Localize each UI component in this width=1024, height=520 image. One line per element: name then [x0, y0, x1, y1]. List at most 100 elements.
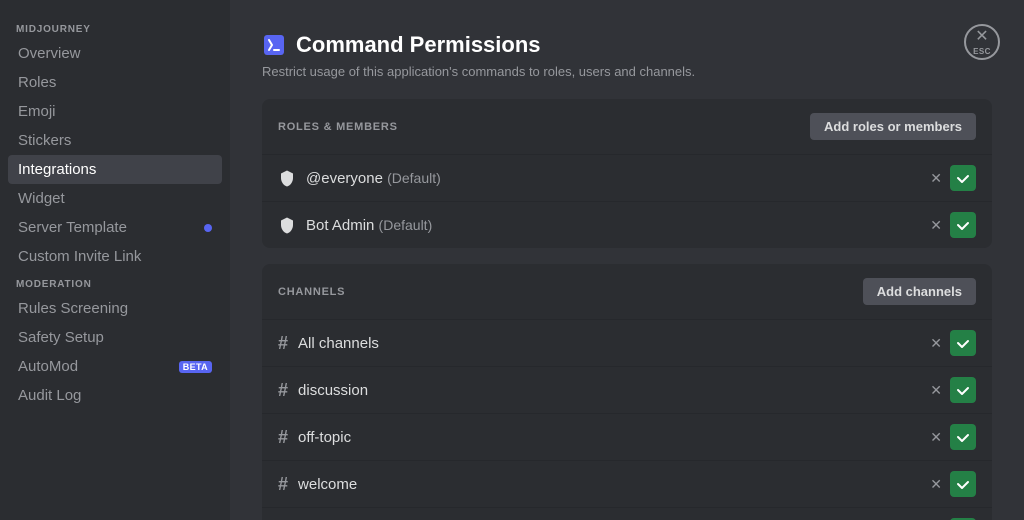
sidebar-item-overview[interactable]: Overview	[8, 39, 222, 68]
channel-row-left-welcome: # welcome	[278, 474, 357, 495]
channel-actions-discussion: ✕	[930, 377, 976, 403]
main-content: ✕ ESC Command Permissions Restrict usage…	[230, 0, 1024, 520]
sidebar-item-integrations[interactable]: Integrations	[8, 155, 222, 184]
check-icon	[956, 430, 970, 444]
sidebar-item-left-automod: AutoMod	[18, 358, 78, 375]
everyone-actions: ✕	[930, 165, 976, 191]
everyone-row-left: @everyone (Default)	[278, 169, 441, 187]
channels-label: CHANNELS	[278, 286, 345, 298]
sidebar-item-left-server-template: Server Template	[18, 219, 127, 236]
sidebar-item-left-overview: Overview	[18, 45, 81, 62]
sidebar-item-custom-invite-link[interactable]: Custom Invite Link	[8, 242, 222, 271]
sidebar-item-label-automod: AutoMod	[18, 358, 78, 375]
sidebar-item-audit-log[interactable]: Audit Log	[8, 381, 222, 410]
sidebar-section-moderation: MODERATION	[8, 271, 222, 294]
channel-label-welcome: welcome	[298, 476, 357, 493]
hash-icon-all-channels: #	[278, 333, 288, 354]
everyone-label: @everyone (Default)	[306, 170, 441, 187]
sidebar-item-stickers[interactable]: Stickers	[8, 126, 222, 155]
close-button[interactable]: ✕ ESC	[964, 24, 1000, 60]
bot-admin-remove-button[interactable]: ✕	[930, 217, 942, 234]
bot-admin-row: Bot Admin (Default) ✕	[262, 201, 992, 248]
everyone-check-button[interactable]	[950, 165, 976, 191]
notification-dot-server-template	[204, 224, 212, 232]
sidebar-item-left-rules-screening: Rules Screening	[18, 300, 128, 317]
channel-actions-off-topic: ✕	[930, 424, 976, 450]
sidebar-item-label-audit-log: Audit Log	[18, 387, 81, 404]
channel-label-all-channels: All channels	[298, 335, 379, 352]
channel-row-off-topic: # off-topic ✕	[262, 413, 992, 460]
shield-icon-bot-admin	[278, 216, 296, 234]
sidebar-item-left-safety-setup: Safety Setup	[18, 329, 104, 346]
sidebar-item-roles[interactable]: Roles	[8, 68, 222, 97]
channel-row-welcome: # welcome ✕	[262, 460, 992, 507]
sidebar-item-left-emoji: Emoji	[18, 103, 56, 120]
esc-label: ESC	[973, 47, 991, 56]
channel-row-discussion: # discussion ✕	[262, 366, 992, 413]
sidebar-item-left-roles: Roles	[18, 74, 56, 91]
channels-header: CHANNELS Add channels	[262, 264, 992, 319]
add-channels-button[interactable]: Add channels	[863, 278, 976, 305]
command-permissions-icon	[262, 33, 286, 57]
sidebar-item-label-integrations: Integrations	[18, 161, 96, 178]
sidebar-item-label-widget: Widget	[18, 190, 65, 207]
sidebar-item-label-custom-invite-link: Custom Invite Link	[18, 248, 141, 265]
page-title: Command Permissions	[296, 32, 541, 58]
sidebar-item-left-custom-invite-link: Custom Invite Link	[18, 248, 141, 265]
channel-check-button-off-topic[interactable]	[950, 424, 976, 450]
channels-list: # All channels ✕ # discussion ✕	[262, 319, 992, 520]
bot-admin-row-left: Bot Admin (Default)	[278, 216, 432, 234]
roles-members-card: ROLES & MEMBERS Add roles or members @ev…	[262, 99, 992, 248]
beta-badge-automod: BETA	[179, 361, 212, 373]
sidebar: MIDJOURNEY Overview Roles Emoji Stickers Inte…	[0, 0, 230, 520]
check-icon	[956, 171, 970, 185]
channel-check-button-welcome[interactable]	[950, 471, 976, 497]
sidebar-section-midjourney: MIDJOURNEY	[8, 16, 222, 39]
sidebar-item-automod[interactable]: AutoMod BETA	[8, 352, 222, 381]
bot-admin-label: Bot Admin (Default)	[306, 217, 432, 234]
sidebar-item-rules-screening[interactable]: Rules Screening	[8, 294, 222, 323]
everyone-row: @everyone (Default) ✕	[262, 154, 992, 201]
sidebar-item-label-server-template: Server Template	[18, 219, 127, 236]
check-icon	[956, 477, 970, 491]
hash-icon-discussion: #	[278, 380, 288, 401]
channel-label-off-topic: off-topic	[298, 429, 351, 446]
shield-icon-everyone	[278, 169, 296, 187]
channel-remove-button-off-topic[interactable]: ✕	[930, 429, 942, 446]
everyone-remove-button[interactable]: ✕	[930, 170, 942, 187]
sidebar-item-server-template[interactable]: Server Template	[8, 213, 222, 242]
close-icon: ✕	[975, 29, 988, 45]
channel-label-discussion: discussion	[298, 382, 368, 399]
add-roles-button[interactable]: Add roles or members	[810, 113, 976, 140]
channel-actions-welcome: ✕	[930, 471, 976, 497]
channel-row-all-channels: # All channels ✕	[262, 319, 992, 366]
sidebar-item-safety-setup[interactable]: Safety Setup	[8, 323, 222, 352]
roles-members-label: ROLES & MEMBERS	[278, 121, 398, 133]
channel-row-left-all-channels: # All channels	[278, 333, 379, 354]
check-icon	[956, 218, 970, 232]
channels-card: CHANNELS Add channels # All channels ✕ #…	[262, 264, 992, 520]
channel-remove-button-welcome[interactable]: ✕	[930, 476, 942, 493]
bot-admin-check-button[interactable]	[950, 212, 976, 238]
sidebar-item-label-safety-setup: Safety Setup	[18, 329, 104, 346]
sidebar-item-left-integrations: Integrations	[18, 161, 96, 178]
channel-remove-button-all-channels[interactable]: ✕	[930, 335, 942, 352]
page-header: Command Permissions	[262, 32, 992, 58]
channel-row-left-off-topic: # off-topic	[278, 427, 351, 448]
sidebar-item-label-emoji: Emoji	[18, 103, 56, 120]
bot-admin-actions: ✕	[930, 212, 976, 238]
check-icon	[956, 383, 970, 397]
page-description: Restrict usage of this application's com…	[262, 64, 992, 79]
sidebar-item-left-widget: Widget	[18, 190, 65, 207]
sidebar-item-label-overview: Overview	[18, 45, 81, 62]
sidebar-item-widget[interactable]: Widget	[8, 184, 222, 213]
roles-members-list: @everyone (Default) ✕	[262, 154, 992, 248]
channel-check-button-discussion[interactable]	[950, 377, 976, 403]
sidebar-item-label-rules-screening: Rules Screening	[18, 300, 128, 317]
channel-row-left-discussion: # discussion	[278, 380, 368, 401]
sidebar-item-left-audit-log: Audit Log	[18, 387, 81, 404]
channel-check-button-all-channels[interactable]	[950, 330, 976, 356]
channel-remove-button-discussion[interactable]: ✕	[930, 382, 942, 399]
sidebar-item-left-stickers: Stickers	[18, 132, 71, 149]
sidebar-item-emoji[interactable]: Emoji	[8, 97, 222, 126]
